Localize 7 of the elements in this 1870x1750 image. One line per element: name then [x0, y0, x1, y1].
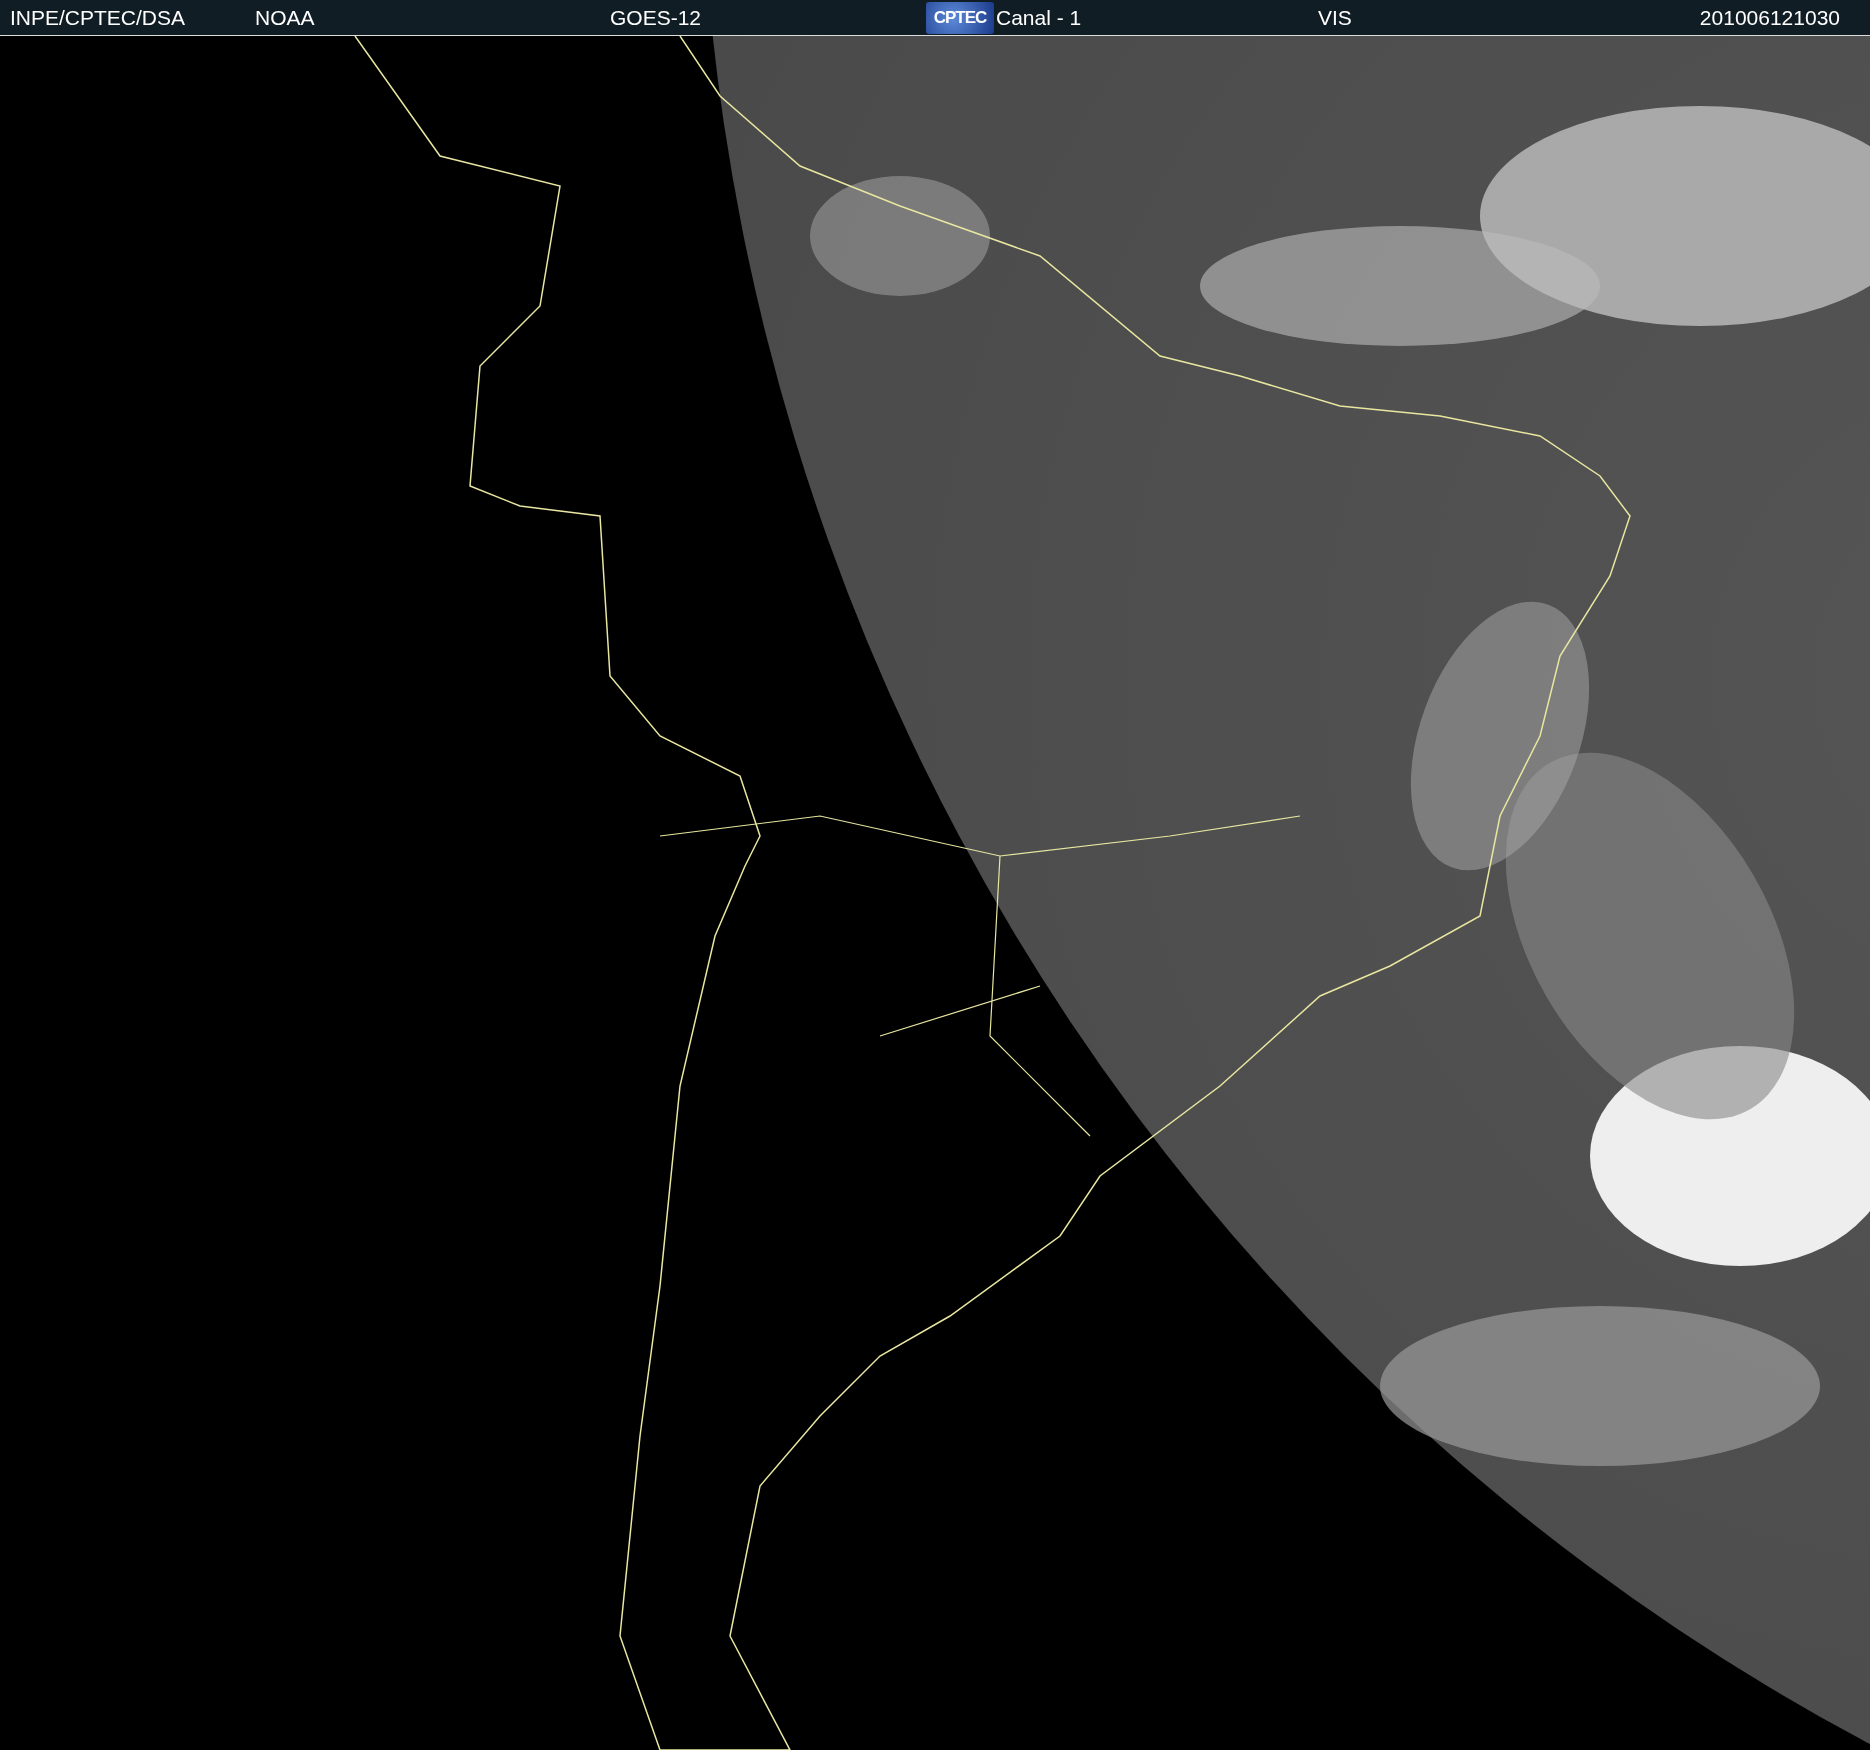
satellite-label: GOES-12	[610, 5, 702, 30]
band-label: VIS	[1318, 5, 1352, 30]
channel-label: Canal - 1	[996, 5, 1082, 30]
agency-label: INPE/CPTEC/DSA	[10, 5, 186, 30]
timestamp-label: 201006121030	[1699, 5, 1841, 30]
source-label: NOAA	[255, 5, 315, 30]
logo: CPTEC	[926, 1, 994, 34]
